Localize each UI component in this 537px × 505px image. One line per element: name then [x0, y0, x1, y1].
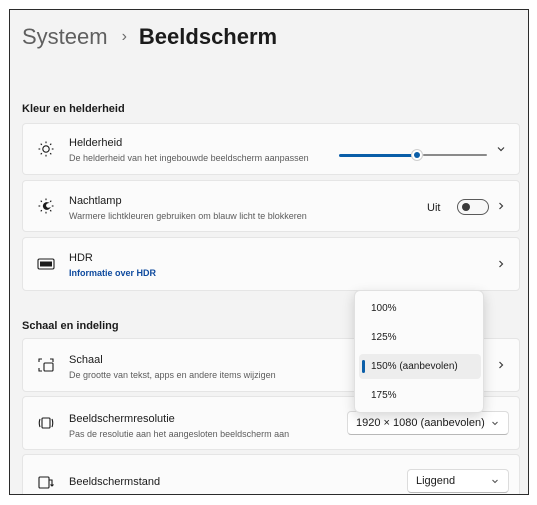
scale-dropdown-menu: 100% 125% 150% (aanbevolen) 175%: [354, 290, 484, 413]
toggle-knob: [462, 203, 470, 211]
breadcrumb: Systeem › Beeldscherm: [22, 24, 277, 50]
scale-option[interactable]: 125%: [359, 325, 481, 350]
brightness-slider[interactable]: [339, 148, 487, 162]
slider-track-filled: [339, 154, 417, 157]
night-light-subtitle: Warmere lichtkleuren gebruiken om blauw …: [69, 211, 307, 221]
night-light-card[interactable]: Nachtlamp Warmere lichtkleuren gebruiken…: [22, 180, 520, 232]
brightness-card[interactable]: Helderheid De helderheid van het ingebou…: [22, 123, 520, 175]
brightness-subtitle: De helderheid van het ingebouwde beeldsc…: [69, 153, 309, 163]
resolution-subtitle: Pas de resolutie aan het aangesloten bee…: [69, 429, 290, 439]
scale-option-label: 125%: [371, 332, 397, 343]
night-light-icon: [37, 197, 55, 215]
chevron-right-icon[interactable]: [495, 200, 507, 212]
section-title-scale: Schaal en indeling: [22, 320, 119, 332]
page-title: Beeldscherm: [138, 24, 278, 49]
scale-option-selected[interactable]: 150% (aanbevolen): [359, 354, 481, 379]
orientation-card[interactable]: Beeldschermstand Liggend: [22, 454, 520, 494]
resolution-dropdown[interactable]: 1920 × 1080 (aanbevolen): [347, 411, 509, 435]
sun-icon: [37, 140, 55, 158]
scale-option[interactable]: 100%: [359, 296, 481, 321]
section-title-color: Kleur en helderheid: [22, 103, 125, 115]
chevron-right-icon[interactable]: [495, 258, 507, 270]
chevron-down-icon: [490, 418, 500, 428]
chevron-down-icon: [490, 476, 500, 486]
brightness-title: Helderheid: [69, 137, 123, 149]
hdr-card[interactable]: HDR Informatie over HDR: [22, 237, 520, 291]
scale-title: Schaal: [69, 354, 103, 366]
selection-indicator: [362, 360, 365, 373]
breadcrumb-separator: ›: [121, 28, 127, 45]
scale-option-label: 150% (aanbevolen): [371, 361, 458, 372]
scale-option-label: 100%: [371, 303, 397, 314]
hdr-icon: [37, 255, 55, 273]
night-light-state-label: Uit: [427, 202, 441, 214]
hdr-info-link[interactable]: Informatie over HDR: [69, 268, 156, 278]
orientation-value: Liggend: [416, 475, 456, 487]
chevron-down-icon[interactable]: [495, 143, 507, 155]
slider-track-empty: [423, 154, 487, 156]
scale-option[interactable]: 175%: [359, 383, 481, 408]
slider-thumb[interactable]: [411, 149, 423, 161]
resolution-title: Beeldschermresolutie: [69, 413, 175, 425]
orientation-icon: [37, 473, 55, 491]
chevron-right-icon[interactable]: [495, 359, 507, 371]
night-light-toggle[interactable]: [457, 199, 489, 215]
hdr-title: HDR: [69, 252, 93, 264]
scale-option-label: 175%: [371, 390, 397, 401]
resolution-value: 1920 × 1080 (aanbevolen): [356, 417, 485, 429]
breadcrumb-parent-link[interactable]: Systeem: [22, 24, 108, 50]
settings-window: Systeem › Beeldscherm Kleur en helderhei…: [9, 9, 529, 495]
night-light-title: Nachtlamp: [69, 195, 122, 207]
orientation-dropdown[interactable]: Liggend: [407, 469, 509, 493]
resolution-icon: [37, 414, 55, 432]
orientation-title: Beeldschermstand: [69, 476, 161, 488]
scale-subtitle: De grootte van tekst, apps en andere ite…: [69, 370, 276, 380]
scale-icon: [37, 356, 55, 374]
